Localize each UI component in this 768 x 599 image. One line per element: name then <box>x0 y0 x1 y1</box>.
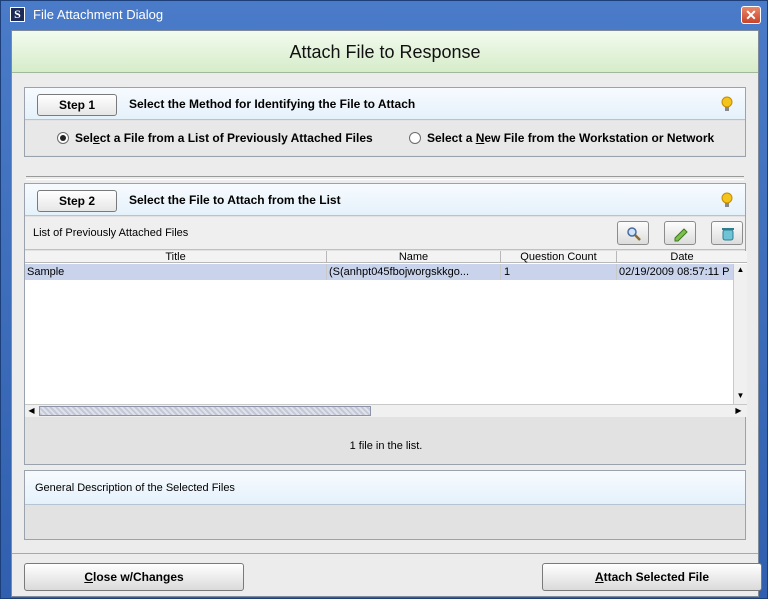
page-title: Attach File to Response <box>12 31 758 73</box>
step1-bar: Step 1 Select the Method for Identifying… <box>25 88 745 120</box>
attach-selected-file-button[interactable]: Attach Selected File <box>542 563 762 591</box>
search-icon <box>627 227 641 241</box>
window-title: File Attachment Dialog <box>33 7 164 22</box>
step2-panel: Step 2 Select the File to Attach from th… <box>24 183 747 465</box>
radio-label-previous: Select a File from a List of Previously … <box>75 131 373 145</box>
cell-title: Sample <box>25 264 327 280</box>
list-label: List of Previously Attached Files <box>33 227 189 239</box>
horizontal-scroll-thumb[interactable] <box>39 406 371 416</box>
description-panel: General Description of the Selected File… <box>24 470 746 540</box>
app-icon: S <box>10 7 25 22</box>
cell-name: (S(anhpt045fbojworgskkgo... <box>327 264 501 280</box>
lightbulb-icon[interactable] <box>721 96 733 112</box>
column-header-question-count[interactable]: Question Count <box>501 251 617 263</box>
close-with-changes-button[interactable]: Close w/Changes <box>24 563 244 591</box>
search-button[interactable] <box>617 221 649 245</box>
step1-panel: Step 1 Select the Method for Identifying… <box>24 87 746 157</box>
edit-pencil-icon <box>674 228 688 242</box>
radio-new-file[interactable]: Select a New File from the Workstation o… <box>409 131 714 145</box>
column-header-title[interactable]: Title <box>25 251 327 263</box>
table-header: Title Name Question Count Date <box>25 251 747 263</box>
column-header-name[interactable]: Name <box>327 251 501 263</box>
close-window-button[interactable]: ✕ <box>741 6 761 24</box>
radio-previously-attached[interactable]: Select a File from a List of Previously … <box>57 131 373 145</box>
lightbulb-icon[interactable] <box>721 192 733 208</box>
method-radio-group: Select a File from a List of Previously … <box>25 121 745 155</box>
dialog-client: Attach File to Response Step 1 Select th… <box>11 30 762 597</box>
step2-button[interactable]: Step 2 <box>37 190 117 212</box>
step2-instruction: Select the File to Attach from the List <box>129 193 341 207</box>
title-bar[interactable]: S File Attachment Dialog ✕ <box>1 1 767 29</box>
table-row[interactable]: Sample (S(anhpt045fbojworgskkgo... 1 02/… <box>25 264 733 280</box>
step1-instruction: Select the Method for Identifying the Fi… <box>129 97 416 111</box>
radio-unselected-indicator[interactable] <box>409 132 421 144</box>
horizontal-scrollbar[interactable]: ◀ ▶ <box>25 404 747 417</box>
radio-selected-indicator[interactable] <box>57 132 69 144</box>
delete-button[interactable] <box>711 221 743 245</box>
cell-date: 02/19/2009 08:57:11 P <box>619 266 730 278</box>
step2-bar: Step 2 Select the File to Attach from th… <box>25 184 745 216</box>
scroll-left-arrow-icon[interactable]: ◀ <box>26 405 37 417</box>
description-header: General Description of the Selected File… <box>25 471 745 505</box>
file-count-status: 1 file in the list. <box>349 440 423 452</box>
list-toolbar: List of Previously Attached Files <box>25 217 745 250</box>
delete-bin-icon <box>722 228 734 241</box>
radio-label-new: Select a New File from the Workstation o… <box>427 131 715 145</box>
scroll-right-arrow-icon[interactable]: ▶ <box>733 405 744 417</box>
scroll-up-arrow-icon[interactable]: ▲ <box>735 264 746 276</box>
attached-files-table: Title Name Question Count Date Sample (S… <box>25 251 747 417</box>
column-header-date[interactable]: Date <box>617 251 747 263</box>
dialog-window: S File Attachment Dialog ✕ Attach File t… <box>0 0 768 599</box>
footer-divider <box>12 553 758 554</box>
section-divider <box>26 176 744 180</box>
cell-question-count: 1 <box>501 264 617 280</box>
step1-button[interactable]: Step 1 <box>37 94 117 116</box>
vertical-scrollbar[interactable]: ▲ ▼ <box>733 264 747 404</box>
edit-button[interactable] <box>664 221 696 245</box>
scroll-down-arrow-icon[interactable]: ▼ <box>735 390 746 402</box>
description-label: General Description of the Selected File… <box>35 482 235 494</box>
